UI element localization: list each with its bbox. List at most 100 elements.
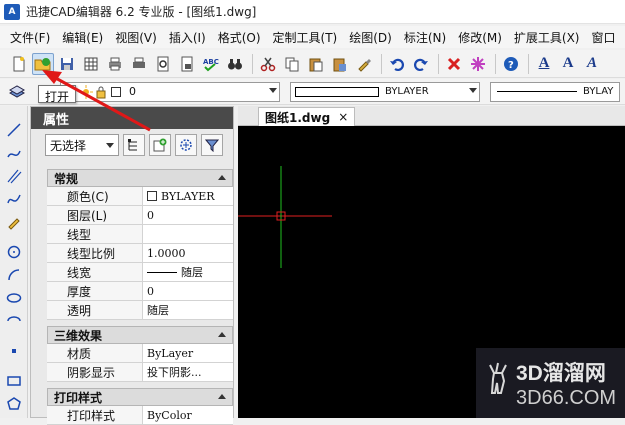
property-row-lineweight[interactable]: 线宽 随层 [47, 263, 233, 282]
property-row-linetype[interactable]: 线型 [47, 225, 233, 244]
properties-title: 属性 [31, 107, 233, 129]
svg-text:ABC: ABC [203, 58, 219, 66]
linetype-sample [497, 91, 577, 92]
property-row-plot-style[interactable]: 打印样式 ByColor [47, 406, 233, 425]
menu-extensions[interactable]: 扩展工具(X) [508, 29, 586, 46]
selection-dropdown[interactable]: 无选择 [45, 134, 119, 156]
save-all-button[interactable] [80, 53, 102, 75]
match-properties-button[interactable] [353, 53, 375, 75]
spline-tool[interactable] [3, 189, 25, 209]
point-tool[interactable] [3, 341, 25, 361]
help-button[interactable]: ? [500, 53, 522, 75]
section-general[interactable]: 常规 [47, 169, 233, 187]
property-key: 材质 [47, 344, 143, 362]
color-dropdown[interactable]: BYLAYER [290, 81, 480, 102]
new-file-button[interactable] [8, 53, 30, 75]
funnel-icon [205, 139, 219, 152]
menu-dimension[interactable]: 标注(N) [398, 29, 452, 46]
print-button[interactable] [128, 53, 150, 75]
toolbar-separator [438, 53, 439, 74]
layer-toolbar: 0 BYLAYER BYLAY [0, 79, 625, 105]
arc-icon [8, 269, 20, 281]
property-row-material[interactable]: 材质 ByLayer [47, 344, 233, 363]
circle-tool[interactable] [3, 242, 25, 262]
toolbar-separator [381, 53, 382, 74]
watermark-logo: 3D溜溜网 3D66.COM [476, 348, 625, 418]
property-row-shadow[interactable]: 阴影显示 投下阴影... [47, 363, 233, 382]
multiline-text-button[interactable]: A [581, 53, 603, 75]
arc-tool[interactable] [3, 265, 25, 285]
property-row-layer[interactable]: 图层(L) 0 [47, 206, 233, 225]
cut-button[interactable] [257, 53, 279, 75]
ellipse-arc-tool[interactable] [3, 311, 25, 331]
find-button[interactable] [224, 53, 246, 75]
tree-icon [128, 139, 137, 151]
menu-edit[interactable]: 编辑(E) [56, 29, 109, 46]
property-value: 投下阴影... [147, 366, 202, 379]
polygon-tool[interactable] [3, 394, 25, 414]
copy-button[interactable] [281, 53, 303, 75]
pencil-icon [8, 218, 20, 230]
scissors-icon [260, 57, 276, 71]
select-objects-button[interactable] [149, 134, 171, 156]
redo-button[interactable] [410, 53, 432, 75]
layer-manager-button[interactable] [6, 81, 28, 103]
save-button[interactable] [56, 53, 78, 75]
brush-icon [358, 58, 371, 72]
property-row-color[interactable]: 颜色(C) BYLAYER [47, 187, 233, 206]
menu-insert[interactable]: 插入(I) [163, 29, 212, 46]
tab-drawing1[interactable]: 图纸1.dwg × [258, 107, 356, 126]
spell-check-button[interactable]: ABC [200, 53, 222, 75]
property-value [143, 225, 233, 243]
multiline-tool[interactable] [3, 166, 25, 186]
quick-select-button[interactable] [175, 134, 197, 156]
menu-draw[interactable]: 绘图(D) [343, 29, 398, 46]
section-3d-effects[interactable]: 三维效果 [47, 326, 233, 344]
line-tool[interactable] [3, 120, 25, 140]
section-title: 打印样式 [54, 390, 103, 405]
print-preview-button[interactable] [152, 53, 174, 75]
open-file-button[interactable] [32, 52, 54, 75]
property-row-thickness[interactable]: 厚度 0 [47, 282, 233, 301]
plot-button[interactable] [104, 53, 126, 75]
property-key: 线型 [47, 225, 143, 243]
binoculars-icon [228, 58, 242, 69]
menu-view[interactable]: 视图(V) [109, 29, 163, 46]
open-tooltip: 打开 [38, 85, 77, 104]
menu-modify[interactable]: 修改(M) [452, 29, 508, 46]
window-title: 迅捷CAD编辑器 6.2 专业版 - [图纸1.dwg] [26, 5, 257, 19]
red-x-icon [447, 57, 461, 70]
layer-dropdown[interactable]: 0 [60, 81, 280, 102]
menu-file[interactable]: 文件(F) [0, 29, 56, 46]
pickadd-toggle-button[interactable] [123, 134, 145, 156]
undo-button[interactable] [386, 53, 408, 75]
rectangle-icon [7, 376, 21, 386]
close-icon[interactable]: × [338, 110, 348, 124]
paste-special-button[interactable] [329, 53, 351, 75]
filter-button[interactable] [201, 134, 223, 156]
paste-button[interactable] [305, 53, 327, 75]
menu-tools[interactable]: 定制工具(T) [267, 29, 344, 46]
menu-window[interactable]: 窗口 [586, 29, 622, 46]
polyline-tool[interactable] [3, 143, 25, 163]
section-plot-style[interactable]: 打印样式 [47, 388, 233, 406]
svg-text:?: ? [508, 60, 514, 71]
property-value: 0 [147, 284, 154, 298]
grid-doc-icon [84, 57, 98, 70]
publish-button[interactable] [176, 53, 198, 75]
linetype-dropdown[interactable]: BYLAY [490, 81, 620, 102]
freehand-tool[interactable] [3, 212, 25, 232]
property-row-transparency[interactable]: 透明 随层 [47, 301, 233, 320]
property-key: 厚度 [47, 282, 143, 300]
tab-label: 图纸1.dwg [265, 110, 331, 125]
property-value: 随层 [181, 266, 203, 279]
menu-format[interactable]: 格式(O) [212, 29, 267, 46]
rectangle-tool[interactable] [3, 371, 25, 391]
toolbar-separator [528, 53, 529, 74]
property-row-linetype-scale[interactable]: 线型比例 1.0000 [47, 244, 233, 263]
explode-button[interactable] [467, 53, 489, 75]
ellipse-tool[interactable] [3, 288, 25, 308]
text-style-button[interactable]: A [533, 53, 555, 75]
single-text-button[interactable]: A [557, 53, 579, 75]
erase-button[interactable] [443, 53, 465, 75]
